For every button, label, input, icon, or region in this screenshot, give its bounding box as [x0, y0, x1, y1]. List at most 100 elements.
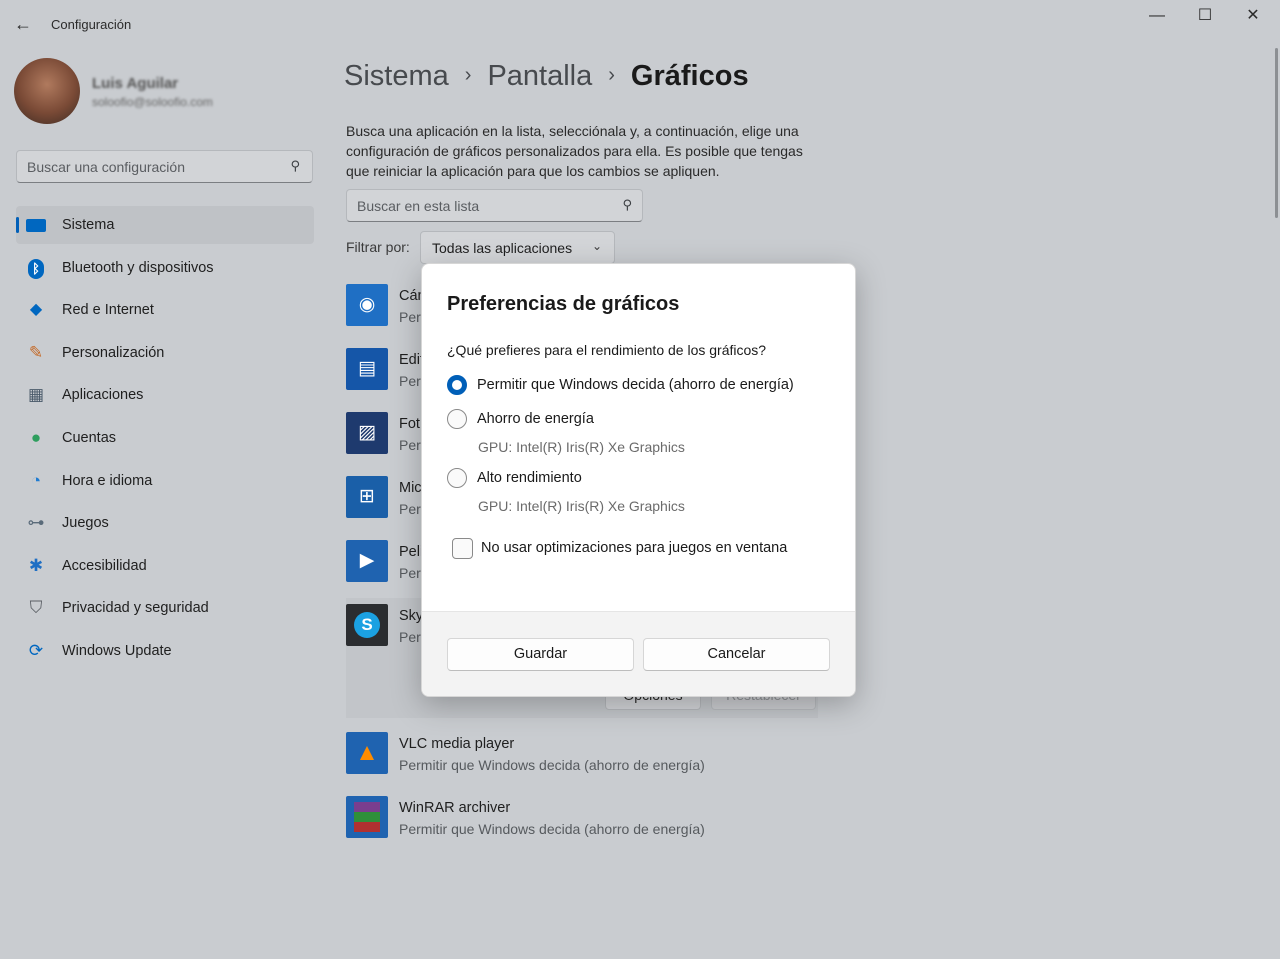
wifi-icon: ◆: [29, 301, 43, 319]
sidebar-item-hora-idioma[interactable]: ◔ Hora e idioma: [16, 462, 314, 500]
close-button[interactable]: ✕: [1230, 6, 1276, 28]
radio-high-performance[interactable]: [447, 468, 467, 488]
breadcrumb-separator: ›: [464, 64, 472, 86]
brush-icon: ✎: [28, 342, 44, 362]
dialog-title: Preferencias de gráficos: [447, 293, 680, 315]
settings-search-placeholder: Buscar una configuración: [27, 159, 185, 175]
sidebar-item-red[interactable]: ◆ Red e Internet: [16, 291, 314, 329]
page-description: Busca una aplicación en la lista, selecc…: [346, 123, 803, 179]
app-list-search-input[interactable]: Buscar en esta lista ⚲: [346, 189, 643, 222]
sidebar-item-cuentas[interactable]: ● Cuentas: [16, 419, 314, 457]
sidebar-item-label: Privacidad y seguridad: [62, 600, 209, 617]
filter-label: Filtrar por:: [346, 239, 410, 255]
windowed-games-checkbox[interactable]: [452, 538, 473, 559]
avatar[interactable]: [14, 58, 80, 124]
store-icon: ⊞: [346, 476, 388, 518]
monitor-icon: [26, 215, 46, 235]
sidebar-item-sistema[interactable]: Sistema: [16, 206, 314, 244]
update-icon: ⟳: [28, 640, 44, 660]
radio-windows-decide[interactable]: [447, 375, 467, 395]
app-name: VLC media player: [399, 736, 515, 752]
save-button[interactable]: Guardar: [447, 638, 634, 671]
sidebar-item-aplicaciones[interactable]: ▦ Aplicaciones: [16, 376, 314, 414]
filter-dropdown[interactable]: Todas las aplicaciones ⌄: [420, 231, 615, 264]
radio-power-saving[interactable]: [447, 409, 467, 429]
sidebar-item-accesibilidad[interactable]: ✱ Accesibilidad: [16, 547, 314, 585]
app-setting: Per: [399, 373, 421, 389]
person-icon: ●: [30, 427, 42, 447]
title-bar: ← Configuración — ☐ ✕: [0, 0, 1280, 48]
bluetooth-icon: ᛒ: [26, 258, 46, 279]
user-name: Luis Aguilar: [92, 75, 179, 92]
minimize-button[interactable]: —: [1134, 6, 1180, 28]
vlc-icon: ▲: [346, 732, 388, 774]
winrar-icon: [346, 796, 388, 838]
app-name: Fot: [399, 416, 420, 432]
sidebar-item-label: Red e Internet: [62, 302, 154, 319]
active-indicator: [16, 217, 19, 233]
gpu-info: GPU: Intel(R) Iris(R) Xe Graphics: [478, 439, 685, 455]
page-title: Gráficos: [630, 60, 749, 92]
list-item[interactable]: ▲ VLC media player Permitir que Windows …: [346, 732, 818, 782]
app-setting: Per: [399, 501, 421, 517]
checkbox-label[interactable]: No usar optimizaciones para juegos en ve…: [481, 540, 787, 556]
app-setting: Per: [399, 629, 421, 645]
sidebar-item-label: Accesibilidad: [62, 557, 147, 574]
app-name: WinRAR archiver: [399, 800, 511, 816]
sidebar-item-windows-update[interactable]: ⟳ Windows Update: [16, 632, 314, 670]
app-name: Sky: [399, 608, 424, 624]
shield-icon: ⛉: [29, 598, 43, 618]
option-label[interactable]: Permitir que Windows decida (ahorro de e…: [477, 377, 794, 393]
sidebar-item-label: Aplicaciones: [62, 387, 144, 404]
app-title: Configuración: [51, 17, 132, 32]
camera-icon: ◉: [346, 284, 388, 326]
accessibility-icon: ✱: [28, 555, 44, 575]
maximize-button[interactable]: ☐: [1182, 6, 1228, 28]
breadcrumb-separator: ›: [608, 64, 615, 86]
sidebar-item-privacidad[interactable]: ⛉ Privacidad y seguridad: [16, 589, 314, 627]
user-email: soloofio@soloofio.com: [92, 95, 213, 109]
breadcrumb-pantalla[interactable]: Pantalla: [487, 60, 592, 92]
chevron-down-icon: ⌄: [591, 239, 602, 253]
app-setting: Per: [399, 565, 421, 581]
list-item[interactable]: WinRAR archiver Permitir que Windows dec…: [346, 796, 818, 846]
app-name: Peli: [399, 544, 424, 560]
sidebar-item-bluetooth[interactable]: ᛒ Bluetooth y dispositivos: [16, 249, 314, 287]
globe-clock-icon: ◔: [30, 470, 42, 490]
sidebar-item-personalizacion[interactable]: ✎ Personalización: [16, 334, 314, 372]
apps-icon: ▦: [27, 385, 45, 405]
sidebar-item-label: Juegos: [62, 515, 109, 532]
sidebar-nav: Sistema ᛒ Bluetooth y dispositivos ◆ Red…: [16, 206, 314, 675]
app-setting: Permitir que Windows decida (ahorro de e…: [399, 821, 705, 837]
search-icon: ⚲: [290, 158, 300, 173]
app-name: Mic: [399, 480, 422, 496]
sidebar-item-label: Hora e idioma: [62, 472, 153, 489]
sidebar-item-label: Cuentas: [62, 429, 117, 446]
app-list-search-placeholder: Buscar en esta lista: [357, 198, 480, 214]
cancel-button[interactable]: Cancelar: [643, 638, 830, 671]
breadcrumb-sistema[interactable]: Sistema: [344, 60, 449, 92]
gpu-info: GPU: Intel(R) Iris(R) Xe Graphics: [478, 498, 685, 514]
back-arrow-icon[interactable]: ←: [14, 14, 34, 34]
filter-value: Todas las aplicaciones: [432, 240, 573, 256]
gamepad-icon: ⊶: [27, 513, 45, 533]
app-setting: Per: [399, 309, 421, 325]
sidebar-item-label: Personalización: [62, 344, 165, 361]
dialog-question: ¿Qué prefieres para el rendimiento de lo…: [447, 342, 767, 358]
graphics-preferences-dialog: Preferencias de gráficos ¿Qué prefieres …: [421, 263, 856, 697]
skype-icon: S: [346, 604, 388, 646]
app-setting: Per: [399, 437, 421, 453]
sidebar-item-label: Sistema: [62, 217, 115, 233]
app-setting: Permitir que Windows decida (ahorro de e…: [399, 757, 705, 773]
photos-icon: ▨: [346, 412, 388, 454]
option-label[interactable]: Ahorro de energía: [477, 411, 594, 427]
settings-search-input[interactable]: Buscar una configuración ⚲: [16, 150, 313, 183]
dialog-footer: Guardar Cancelar: [422, 611, 855, 696]
sidebar-item-label: Bluetooth y dispositivos: [62, 259, 214, 276]
video-editor-icon: ▤: [346, 348, 388, 390]
sidebar-item-label: Windows Update: [62, 642, 172, 659]
sidebar-item-juegos[interactable]: ⊶ Juegos: [16, 504, 314, 542]
search-icon: ⚲: [622, 197, 632, 212]
scrollbar[interactable]: [1275, 48, 1278, 218]
option-label[interactable]: Alto rendimiento: [477, 470, 582, 486]
